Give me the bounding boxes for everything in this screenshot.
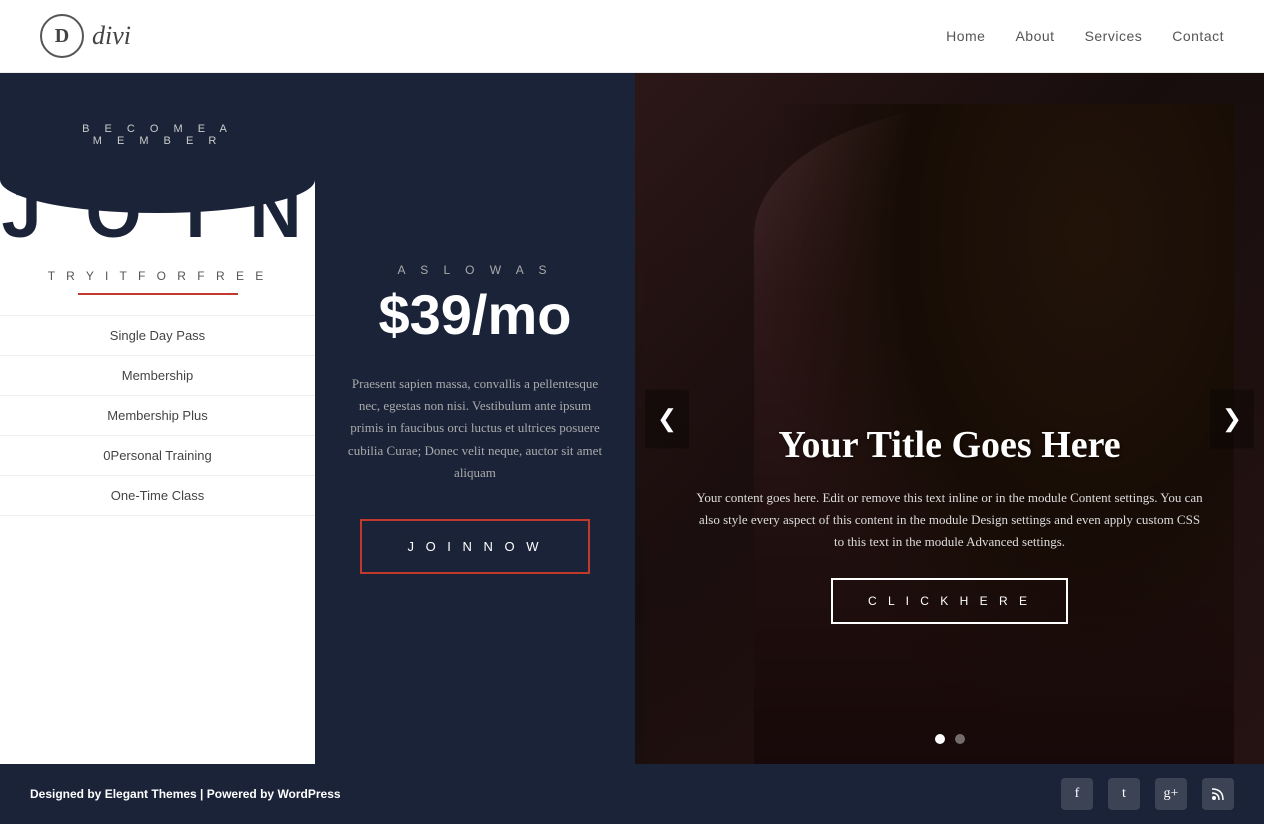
become-member-text: B E C O M E A M E M B E R <box>82 123 233 147</box>
footer: Designed by Elegant Themes | Powered by … <box>0 764 1264 824</box>
googleplus-icon[interactable]: g+ <box>1155 778 1187 810</box>
slider-title: Your Title Goes Here <box>695 423 1204 467</box>
divider <box>78 293 238 295</box>
slider-dots <box>635 734 1264 744</box>
nav-home[interactable]: Home <box>946 28 985 44</box>
footer-credit: Designed by Elegant Themes | Powered by … <box>30 787 341 801</box>
nav: Home About Services Contact <box>946 28 1224 44</box>
logo-name: divi <box>92 21 131 51</box>
slider-content: Your Title Goes Here Your content goes h… <box>635 423 1264 624</box>
join-heading: J O I N <box>1 177 313 249</box>
try-free-text: T R Y I T F O R F R E E <box>48 269 268 283</box>
wordpress-link[interactable]: WordPress <box>277 787 340 801</box>
membership-menu: Single Day Pass Membership Membership Pl… <box>0 315 315 516</box>
left-panel: B E C O M E A M E M B E R J O I N T R Y … <box>0 73 315 764</box>
slider-dot-2[interactable] <box>955 734 965 744</box>
twitter-icon[interactable]: t <box>1108 778 1140 810</box>
chevron-left-icon: ❮ <box>657 405 677 432</box>
slider-dot-1[interactable] <box>935 734 945 744</box>
menu-membership-plus[interactable]: Membership Plus <box>0 396 315 436</box>
slider-prev-button[interactable]: ❮ <box>645 389 689 448</box>
menu-personal-training[interactable]: 0Personal Training <box>0 436 315 476</box>
join-now-button[interactable]: J O I N N O W <box>360 519 589 574</box>
chevron-right-icon: ❯ <box>1222 405 1242 432</box>
menu-membership[interactable]: Membership <box>0 356 315 396</box>
price-display: $39/mo <box>379 287 572 343</box>
rss-icon[interactable] <box>1202 778 1234 810</box>
rss-symbol <box>1211 787 1225 801</box>
designed-by-text: Designed by <box>30 787 105 801</box>
as-low-as-label: A S L O W A S <box>398 263 553 277</box>
main-content: B E C O M E A M E M B E R J O I N T R Y … <box>0 73 1264 764</box>
pricing-description: Praesent sapien massa, convallis a pelle… <box>345 373 605 483</box>
menu-single-day[interactable]: Single Day Pass <box>0 315 315 356</box>
nav-services[interactable]: Services <box>1085 28 1143 44</box>
social-icons: f t g+ <box>1061 778 1234 810</box>
slider-panel: ❮ Your Title Goes Here Your content goes… <box>635 73 1264 764</box>
slider-description: Your content goes here. Edit or remove t… <box>695 487 1204 553</box>
elegant-themes-link[interactable]: Elegant Themes <box>105 787 197 801</box>
slider-next-button[interactable]: ❯ <box>1210 389 1254 448</box>
click-here-button[interactable]: C L I C K H E R E <box>831 578 1068 624</box>
logo[interactable]: D divi <box>40 14 131 58</box>
powered-by-text: | Powered by <box>197 787 278 801</box>
nav-about[interactable]: About <box>1015 28 1054 44</box>
logo-icon: D <box>40 14 84 58</box>
nav-contact[interactable]: Contact <box>1172 28 1224 44</box>
facebook-icon[interactable]: f <box>1061 778 1093 810</box>
slider-overlay <box>635 73 1264 764</box>
header: D divi Home About Services Contact <box>0 0 1264 73</box>
menu-one-time-class[interactable]: One-Time Class <box>0 476 315 516</box>
pricing-panel: A S L O W A S $39/mo Praesent sapien mas… <box>315 73 635 764</box>
